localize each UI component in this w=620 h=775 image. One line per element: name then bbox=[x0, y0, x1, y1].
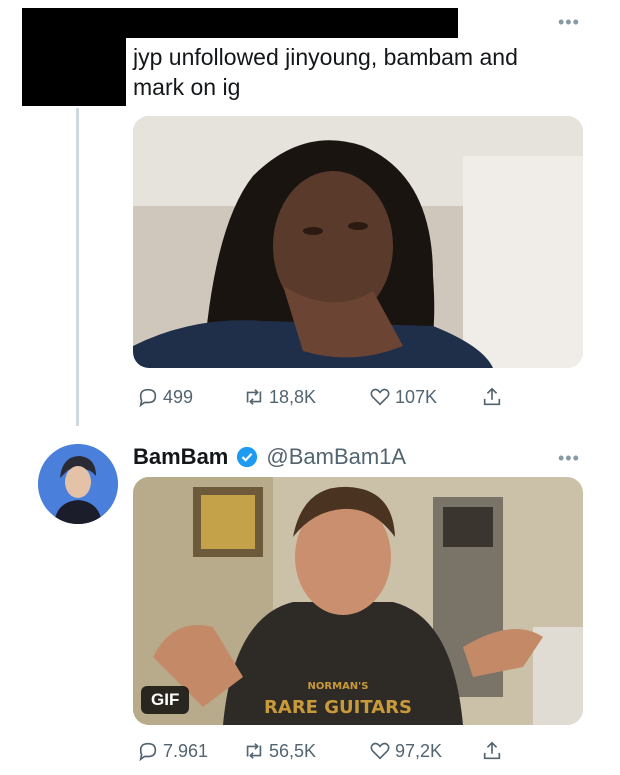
tweet-image[interactable] bbox=[133, 116, 583, 368]
shirt-text-top: NORMAN'S bbox=[308, 681, 369, 692]
gif-badge: GIF bbox=[141, 686, 190, 714]
more-icon[interactable]: ••• bbox=[558, 12, 580, 33]
like-icon bbox=[370, 388, 390, 406]
reply-count: 499 bbox=[163, 386, 194, 407]
share-button[interactable] bbox=[481, 386, 503, 408]
author-handle[interactable]: @BamBam1A bbox=[266, 444, 406, 470]
reply-button[interactable]: 7.961 bbox=[137, 740, 243, 762]
share-button[interactable] bbox=[481, 740, 503, 762]
retweet-icon bbox=[246, 743, 262, 759]
tweet-text: jyp unfollowed jinyoung, bambam and mark… bbox=[133, 44, 518, 100]
tweet-author: BamBam @BamBam1A bbox=[133, 444, 406, 470]
like-icon bbox=[370, 742, 390, 760]
like-button[interactable]: 107K bbox=[369, 386, 481, 408]
tweet1-actions: 499 18,8K 107K bbox=[137, 386, 503, 408]
thread-line bbox=[76, 108, 79, 426]
like-count: 97,2K bbox=[395, 740, 443, 761]
retweet-count: 56,5K bbox=[269, 740, 317, 761]
redacted-avatar bbox=[22, 8, 126, 106]
redacted-author bbox=[122, 8, 458, 38]
retweet-button[interactable]: 18,8K bbox=[243, 386, 369, 408]
retweet-button[interactable]: 56,5K bbox=[243, 740, 369, 762]
share-icon bbox=[483, 741, 501, 760]
like-button[interactable]: 97,2K bbox=[369, 740, 481, 762]
tweet-gif[interactable]: NORMAN'S RARE GUITARS bbox=[133, 477, 583, 725]
like-count: 107K bbox=[395, 386, 438, 407]
shirt-text-bottom: RARE GUITARS bbox=[264, 697, 412, 718]
reply-count: 7.961 bbox=[163, 740, 209, 761]
reply-button[interactable]: 499 bbox=[137, 386, 243, 408]
retweet-icon bbox=[246, 389, 262, 405]
more-icon[interactable]: ••• bbox=[558, 448, 580, 469]
avatar[interactable] bbox=[38, 444, 118, 524]
share-icon bbox=[483, 387, 501, 406]
tweet2-actions: 7.961 56,5K 97,2K bbox=[137, 740, 503, 762]
verified-icon bbox=[237, 446, 258, 468]
author-name[interactable]: BamBam bbox=[133, 444, 228, 470]
reply-icon bbox=[139, 742, 157, 762]
reply-icon bbox=[139, 388, 157, 408]
retweet-count: 18,8K bbox=[269, 386, 317, 407]
